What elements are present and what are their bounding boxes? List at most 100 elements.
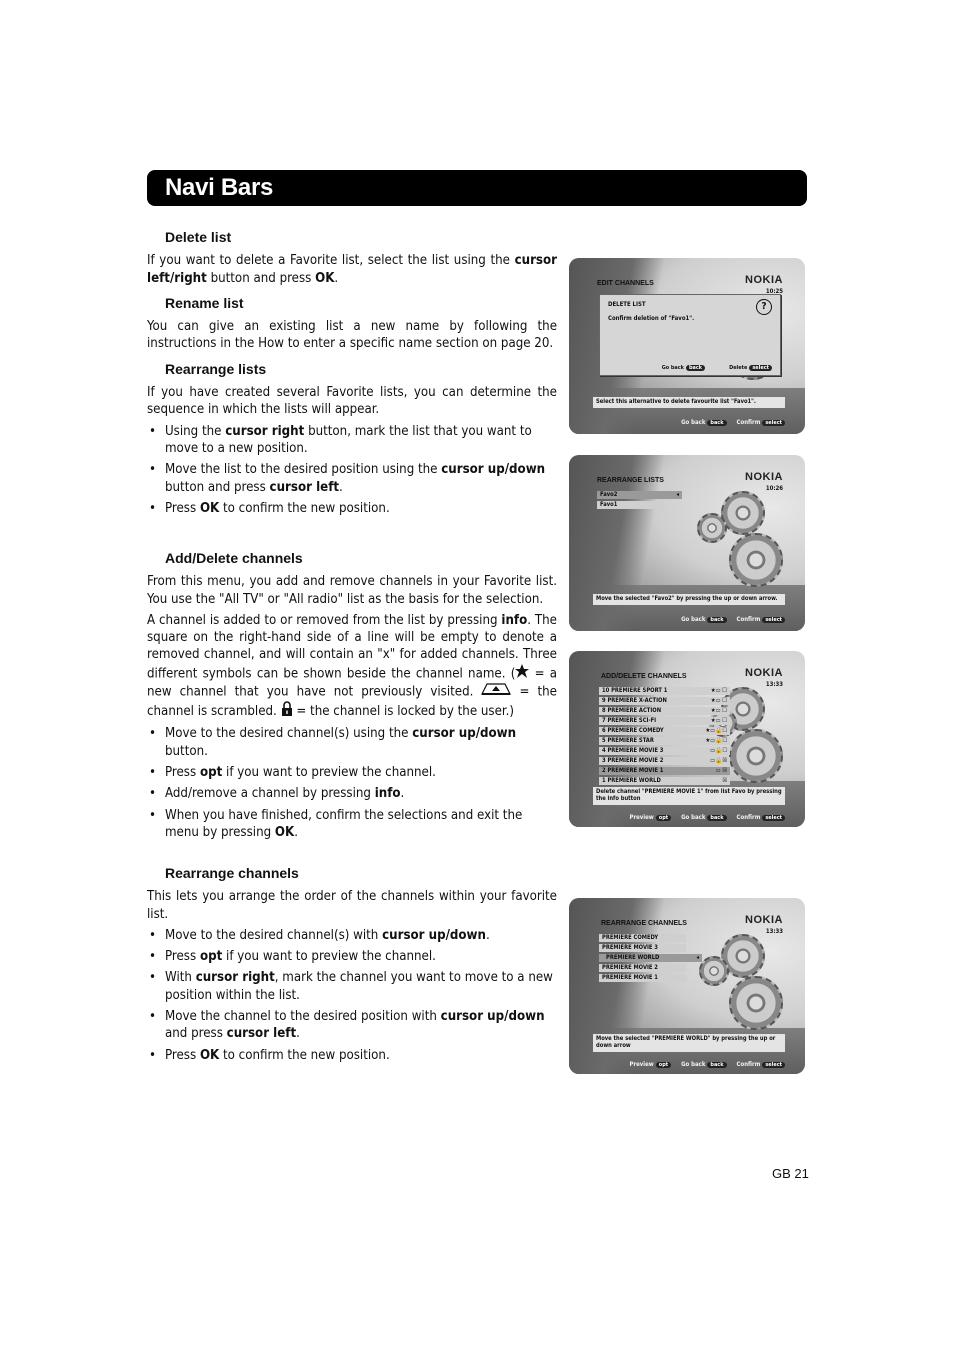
list-item: Move the channel to the desired position… [147,1008,557,1043]
text: Press [165,1047,200,1063]
channel-row[interactable]: 1 PREMIERE WORLD ☒ [599,777,730,785]
channel-row[interactable]: 3 PREMIERE MOVIE 2 ▭🔒☒ [599,757,730,765]
channel-row[interactable]: 7 PREMIERE SCI-FI ★▭ ☐ [599,717,730,725]
key-term: opt [199,949,223,965]
channel-row[interactable]: 4 PREMIERE MOVIE 3 ▭🔒☐ [599,747,730,755]
select-key-icon: select [762,815,785,821]
screen-title: EDIT CHANNELS [597,280,654,287]
text: to confirm the new position. [219,1047,390,1063]
key-term: cursor right [225,423,305,439]
hint-bar: Move the selected "PREMIERE WORLD" by pr… [593,1034,785,1052]
channel-row[interactable]: PREMIERE MOVIE 2 [599,964,686,972]
channel-row[interactable]: PREMIERE MOVIE 3 [599,944,686,952]
text: if you want to preview the channel. [222,764,436,780]
add-delete-symbols-text: A channel is added to or removed from th… [147,612,557,721]
label: Go back [681,616,706,623]
screenshot-delete-list: NOKIA 10:25 EDIT CHANNELS DELETE LIST ? … [569,258,805,434]
delete-button[interactable]: Delete select [729,365,772,371]
go-back-button[interactable]: Go back back [681,419,727,426]
rearrange-channels-intro: This lets you arrange the order of the c… [147,889,557,922]
text: Press [165,949,200,965]
go-back-button[interactable]: Go back back [681,814,727,821]
rename-list-text: You can give an existing list a new name… [147,319,557,352]
list-name: Favo2 [600,492,618,498]
list-row-selected[interactable]: Favo2 ◂ [597,491,682,499]
list-item: When you have finished, confirm the sele… [147,807,557,842]
label: Preview [629,814,654,821]
select-key-icon: select [762,420,785,426]
clock: 13:33 [765,928,783,935]
lock-icon [281,701,293,721]
text: and press [165,1026,227,1042]
confirm-button[interactable]: Confirm select [737,616,785,623]
add-delete-intro: From this menu, you add and remove chann… [147,574,557,607]
channel-row[interactable]: PREMIERE MOVIE 1 [599,974,686,982]
list-row[interactable]: Favo1 [597,501,664,509]
text: = the channel is locked by the user.) [292,704,514,720]
dialog-title: DELETE LIST [608,301,646,308]
label: Confirm [736,616,761,623]
key-term: cursor up/down [441,462,546,478]
add-delete-steps: Move to the desired channel(s) using the… [147,725,557,841]
text: If you want to delete a Favorite list, s… [147,253,515,269]
go-back-button[interactable]: Go back back [681,616,727,623]
text: Press [165,764,200,780]
key-term: cursor up/down [440,1009,545,1025]
text-column-rearrange-channels: Rearrange channels This lets you arrange… [147,865,557,1068]
channel-name: 6 PREMIERE COMEDY [602,728,664,734]
channel-name: 7 PREMIERE SCI-FI [602,718,657,724]
key-term: cursor left [226,1026,297,1042]
hint-bar: Select this alternative to delete favour… [593,397,785,408]
back-key-icon: back [707,420,727,426]
screenshot-rearrange-channels: NOKIA 13:33 REARRANGE CHANNELS PREMIERE … [569,898,805,1074]
channel-name: 2 PREMIERE MOVIE 1 [602,768,664,774]
text-column-add-delete: Add/Delete channels From this menu, you … [147,550,557,845]
channel-name: PREMIERE COMEDY [602,935,659,941]
channel-name: 10 PREMIERE SPORT 1 [602,688,668,694]
screenshot-add-delete-channels: NOKIA 13:33 ADD/DELETE CHANNELS 10 PREMI… [569,651,805,827]
channel-row[interactable]: 8 PREMIERE ACTION ★▭ ☐ [599,707,730,715]
channel-row[interactable]: PREMIERE COMEDY [599,934,686,942]
go-back-button[interactable]: Go back back [681,1061,727,1068]
gear-icon [697,513,727,543]
list-item: Press OK to confirm the new position. [147,1047,557,1065]
channel-name: PREMIERE WORLD [606,955,660,961]
label: Go back [681,814,706,821]
heading-rename-list: Rename list [165,294,244,311]
channel-name: 9 PREMIERE X-ACTION [602,698,667,704]
text: Move to the desired channel(s) using the [165,726,413,742]
confirm-button[interactable]: Confirm select [737,419,785,426]
confirm-button[interactable]: Confirm select [737,1061,785,1068]
screen-title: ADD/DELETE CHANNELS [601,673,687,680]
label: Delete [729,365,748,371]
list-item: Using the cursor right button, mark the … [147,423,557,458]
text: . [296,1026,300,1042]
text-column-top: Delete list If you want to delete a Favo… [147,229,557,521]
rearrange-lists-steps: Using the cursor right button, mark the … [147,423,557,518]
preview-button[interactable]: Preview opt [630,814,672,821]
key-term: OK [274,824,295,840]
text: Using the [165,423,226,439]
go-back-button[interactable]: Go back back [662,365,706,371]
page-title: Navi Bars [165,174,274,201]
channel-row[interactable]: 6 PREMIERE COMEDY ★▭🔒☐ [599,727,730,735]
text: Add/remove a channel by pressing [165,786,375,802]
channel-status-icons: ▭🔒☒ [710,758,727,764]
nokia-logo: NOKIA [745,274,783,286]
confirm-button[interactable]: Confirm select [737,814,785,821]
channel-row[interactable]: 9 PREMIERE X-ACTION ★▭ ☐ [599,697,730,705]
key-term: cursor left [269,479,340,495]
channel-row[interactable]: 10 PREMIERE SPORT 1 ★▭ ☐ [599,687,730,695]
channel-row-selected[interactable]: 2 PREMIERE MOVIE 1 ▭ ☒ [599,767,730,775]
key-term: info [374,786,401,802]
channel-row[interactable]: 5 PREMIERE STAR ★▭🔒☐ [599,737,730,745]
preview-button[interactable]: Preview opt [630,1061,672,1068]
list-name: Favo1 [600,502,618,508]
key-term: OK [199,1047,220,1063]
label: Confirm [736,1061,761,1068]
text: . [400,786,405,802]
back-key-icon: back [707,1062,727,1068]
channel-name: 3 PREMIERE MOVIE 2 [602,758,664,764]
hint-bar: Move the selected "Favo2" by pressing th… [593,594,785,605]
channel-row-selected[interactable]: PREMIERE WORLD ◂ [599,954,702,962]
